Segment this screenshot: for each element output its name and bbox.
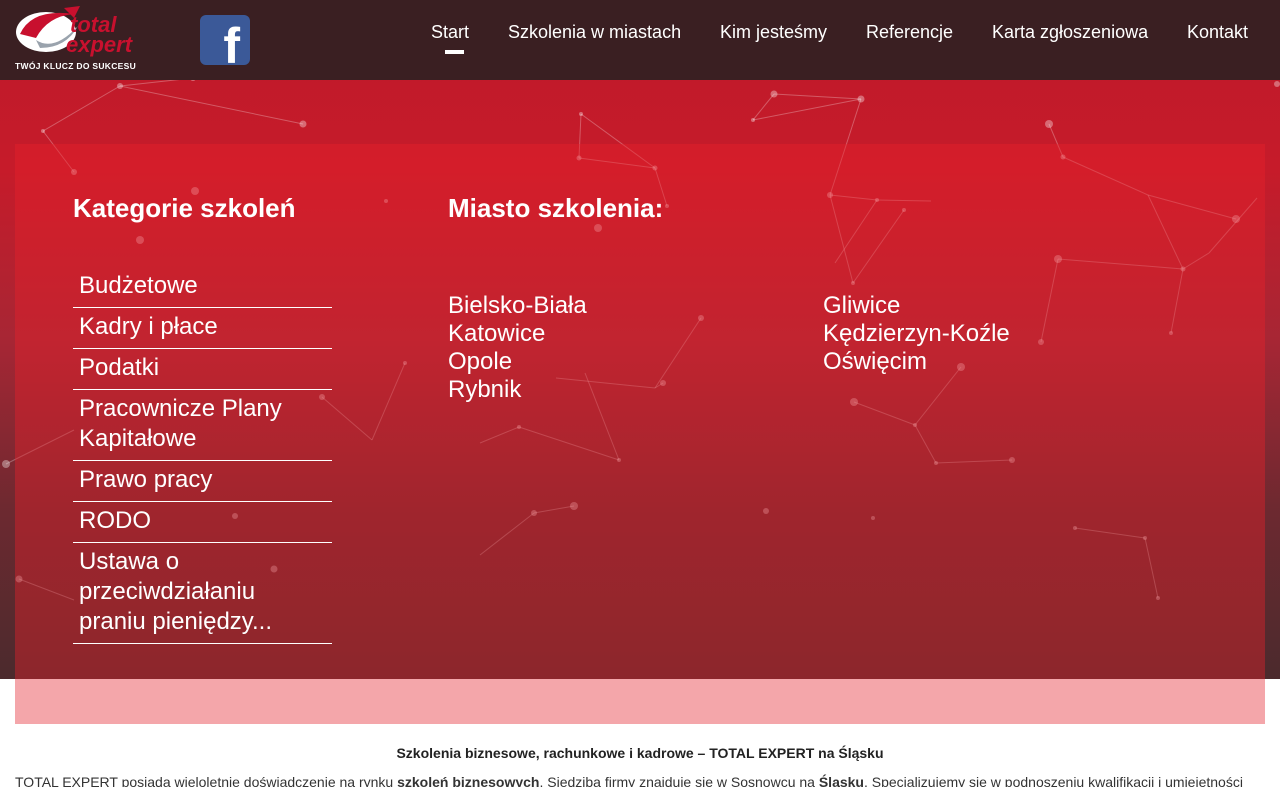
cities-column-2: Gliwice Kędzierzyn-Koźle Oświęcim [823, 292, 1010, 376]
intro-bold-keyword: szkoleń biznesowych [397, 774, 540, 787]
category-item[interactable]: Ustawa o przeciwdziałaniu praniu pienięd… [73, 543, 332, 644]
nav-karta-zgloszeniowa[interactable]: Karta zgłoszeniowa [992, 22, 1148, 43]
city-link[interactable]: Opole [448, 348, 587, 376]
category-item[interactable]: Kadry i płace [73, 308, 332, 349]
cities-title: Miasto szkolenia: [448, 193, 664, 223]
intro-text-part: . Siedziba firmy znajduje się w Sosnowcu… [539, 774, 819, 787]
intro-heading: Szkolenia biznesowe, rachunkowe i kadrow… [396, 745, 884, 761]
intro-bold-keyword: Śląsku [818, 774, 864, 787]
nav-kim-jestesmy[interactable]: Kim jesteśmy [720, 22, 827, 43]
category-item[interactable]: Prawo pracy [73, 461, 332, 502]
site-header: total expert TWÓJ KLUCZ DO SUKCESU f Sta… [0, 0, 1280, 80]
nav-referencje[interactable]: Referencje [866, 22, 953, 43]
city-link[interactable]: Rybnik [448, 376, 587, 404]
category-item[interactable]: RODO [73, 502, 332, 543]
intro-text-part: . Specjalizujemy się w podnoszeniu kwali… [863, 774, 1243, 787]
categories-list: Budżetowe Kadry i płace Podatki Pracowni… [73, 267, 332, 644]
categories-title: Kategorie szkoleń [73, 193, 296, 223]
cities-column-1: Bielsko-Biała Katowice Opole Rybnik [448, 292, 587, 404]
nav-kontakt[interactable]: Kontakt [1187, 22, 1248, 43]
category-item[interactable]: Budżetowe [73, 267, 332, 308]
nav-start[interactable]: Start [431, 22, 469, 54]
city-link[interactable]: Kędzierzyn-Koźle [823, 320, 1010, 348]
logo-slogan: TWÓJ KLUCZ DO SUKCESU [15, 61, 137, 71]
nav-szkolenia-w-miastach[interactable]: Szkolenia w miastach [508, 22, 681, 43]
city-link[interactable]: Bielsko-Biała [448, 292, 587, 320]
content-panel-footer [15, 679, 1265, 724]
city-link[interactable]: Katowice [448, 320, 587, 348]
intro-paragraph: TOTAL EXPERT posiada wieloletnie doświad… [15, 774, 1265, 787]
main-nav: Start Szkolenia w miastach Kim jesteśmy … [0, 20, 1280, 60]
category-item[interactable]: Pracownicze Plany Kapitałowe [73, 390, 332, 461]
category-item[interactable]: Podatki [73, 349, 332, 390]
intro-text-part: TOTAL EXPERT posiada wieloletnie doświad… [15, 774, 398, 787]
city-link[interactable]: Oświęcim [823, 348, 1010, 376]
city-link[interactable]: Gliwice [823, 292, 1010, 320]
